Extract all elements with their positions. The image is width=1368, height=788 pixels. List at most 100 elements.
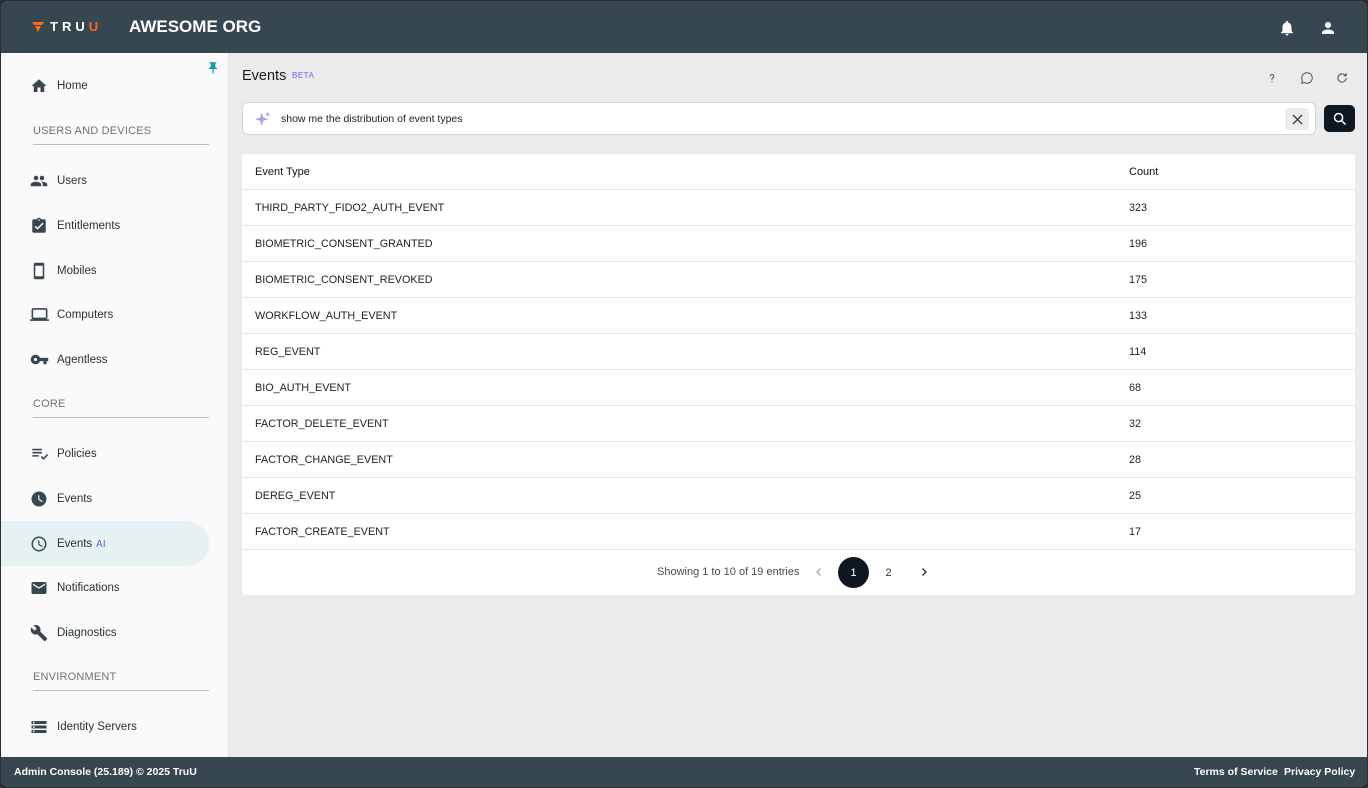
server-list-icon — [29, 717, 49, 737]
assignment-check-icon — [29, 216, 49, 236]
event-type-cell: BIOMETRIC_CONSENT_REVOKED — [255, 274, 433, 286]
page-2-button[interactable]: 2 — [873, 557, 904, 588]
sidebar-item-label: Computers — [57, 308, 114, 321]
sidebar-item-label: Events — [57, 492, 93, 505]
event-type-cell: BIOMETRIC_CONSENT_GRANTED — [255, 238, 433, 250]
sidebar-item-label: Policies — [57, 447, 97, 460]
sidebar-item-label: Notifications — [57, 581, 120, 594]
sidebar-item-identity-servers[interactable]: Identity Servers — [1, 704, 209, 749]
table-row: FACTOR_CHANGE_EVENT 28 — [242, 442, 1355, 478]
event-type-cell: FACTOR_CHANGE_EVENT — [255, 454, 393, 466]
sidebar-item-diagnostics[interactable]: Diagnostics — [1, 610, 209, 655]
ai-suffix: AI — [96, 538, 106, 550]
sidebar-item-computers[interactable]: Computers — [1, 292, 209, 337]
sidebar-item-label: Users — [57, 174, 88, 187]
page-title: Events — [242, 68, 287, 84]
refresh-icon[interactable] — [1334, 70, 1350, 86]
count-cell: 323 — [1129, 202, 1148, 214]
sidebar-item-policies[interactable]: Policies — [1, 431, 209, 476]
checklist-icon — [29, 444, 49, 464]
key-icon — [29, 350, 49, 370]
notifications-bell-icon[interactable] — [1278, 19, 1296, 37]
chat-bubble-icon[interactable] — [1299, 70, 1315, 86]
terms-of-service-link[interactable]: Terms of Service — [1194, 766, 1278, 778]
table-row: BIO_AUTH_EVENT 68 — [242, 370, 1355, 406]
mail-icon — [29, 578, 49, 598]
search-button[interactable] — [1324, 105, 1355, 132]
sidebar-item-events[interactable]: Events — [1, 476, 209, 521]
sidebar-item-label: Identity Servers — [57, 720, 137, 733]
count-cell: 196 — [1129, 238, 1148, 250]
clock-icon — [29, 489, 49, 509]
sidebar-item-label: Entitlements — [57, 219, 121, 232]
sidebar-item-label: Home — [57, 79, 88, 92]
main-content: Events BETA show me the distribution of … — [229, 53, 1367, 757]
sidebar-item-label: Diagnostics — [57, 626, 117, 639]
sparkle-icon — [253, 110, 272, 129]
sidebar-item-notifications[interactable]: Notifications — [1, 565, 209, 610]
column-header-event-type[interactable]: Event Type — [255, 166, 310, 178]
event-type-cell: REG_EVENT — [255, 346, 321, 358]
ai-query-box — [242, 102, 1316, 135]
laptop-icon — [29, 305, 49, 325]
search-icon — [1333, 112, 1346, 125]
table-row: WORKFLOW_AUTH_EVENT 133 — [242, 298, 1355, 334]
event-type-cell: DEREG_EVENT — [255, 490, 336, 502]
chevron-left-icon — [816, 568, 821, 576]
page-1-button[interactable]: 1 — [838, 557, 869, 588]
next-page-button[interactable] — [916, 564, 932, 580]
help-icon[interactable] — [1264, 70, 1280, 86]
sidebar-item-entitlements[interactable]: Entitlements — [1, 203, 209, 248]
sidebar-item-label: Agentless — [57, 353, 108, 366]
sidebar-item-home[interactable]: Home — [1, 63, 209, 108]
ai-query-input[interactable] — [281, 103, 1271, 134]
logo-text: TRUU — [50, 19, 103, 34]
sidebar: Home USERS AND DEVICES Users Entitlement… — [1, 53, 229, 757]
smartphone-icon — [29, 261, 49, 281]
column-header-count[interactable]: Count — [1129, 166, 1158, 178]
table-row: FACTOR_CREATE_EVENT 17 — [242, 514, 1355, 550]
count-cell: 17 — [1129, 526, 1142, 538]
chevron-right-icon — [922, 568, 927, 576]
table-row: BIOMETRIC_CONSENT_GRANTED 196 — [242, 226, 1355, 262]
sidebar-item-events-ai[interactable]: Events AI — [1, 521, 209, 566]
table-row: DEREG_EVENT 25 — [242, 478, 1355, 514]
event-type-cell: FACTOR_CREATE_EVENT — [255, 526, 390, 538]
beta-badge: BETA — [292, 71, 315, 80]
sidebar-item-mobiles[interactable]: Mobiles — [1, 248, 209, 293]
sidebar-item-label: Mobiles — [57, 264, 97, 277]
truu-logo[interactable]: TRUU — [32, 19, 102, 34]
event-type-cell: THIRD_PARTY_FIDO2_AUTH_EVENT — [255, 202, 445, 214]
event-type-cell: WORKFLOW_AUTH_EVENT — [255, 310, 398, 322]
org-name: AWESOME ORG — [129, 17, 262, 36]
table-header-row: Event Type Count — [242, 154, 1355, 190]
pagination-info: Showing 1 to 10 of 19 entries — [657, 566, 800, 578]
count-cell: 28 — [1129, 454, 1142, 466]
section-environment: ENVIRONMENT — [33, 665, 209, 691]
section-users-and-devices: USERS AND DEVICES — [33, 119, 209, 145]
close-icon — [1291, 113, 1303, 125]
footer-version: Admin Console (25.189) © 2025 TruU — [14, 766, 197, 778]
prev-page-button[interactable] — [811, 564, 827, 580]
section-core: CORE — [33, 392, 209, 418]
events-ai-label: Events — [57, 537, 93, 550]
sidebar-item-agentless[interactable]: Agentless — [1, 337, 209, 382]
event-type-cell: FACTOR_DELETE_EVENT — [255, 418, 389, 430]
count-cell: 175 — [1129, 274, 1148, 286]
account-icon[interactable] — [1319, 19, 1337, 37]
top-bar: TRUU AWESOME ORG — [1, 1, 1367, 53]
count-cell: 25 — [1129, 490, 1142, 502]
results-table: Event Type Count THIRD_PARTY_FIDO2_AUTH_… — [242, 154, 1355, 595]
table-row: REG_EVENT 114 — [242, 334, 1355, 370]
clock-icon — [29, 534, 49, 554]
footer: Admin Console (25.189) © 2025 TruU Terms… — [1, 757, 1367, 787]
sidebar-item-label: Events AI — [57, 538, 106, 550]
pagination: Showing 1 to 10 of 19 entries 1 2 — [242, 550, 1355, 595]
truu-logo-mark — [32, 21, 44, 32]
table-row: FACTOR_DELETE_EVENT 32 — [242, 406, 1355, 442]
privacy-policy-link[interactable]: Privacy Policy — [1284, 766, 1355, 778]
clear-query-button[interactable] — [1285, 108, 1309, 130]
users-icon — [29, 171, 49, 191]
count-cell: 114 — [1129, 346, 1147, 358]
sidebar-item-users[interactable]: Users — [1, 158, 209, 203]
